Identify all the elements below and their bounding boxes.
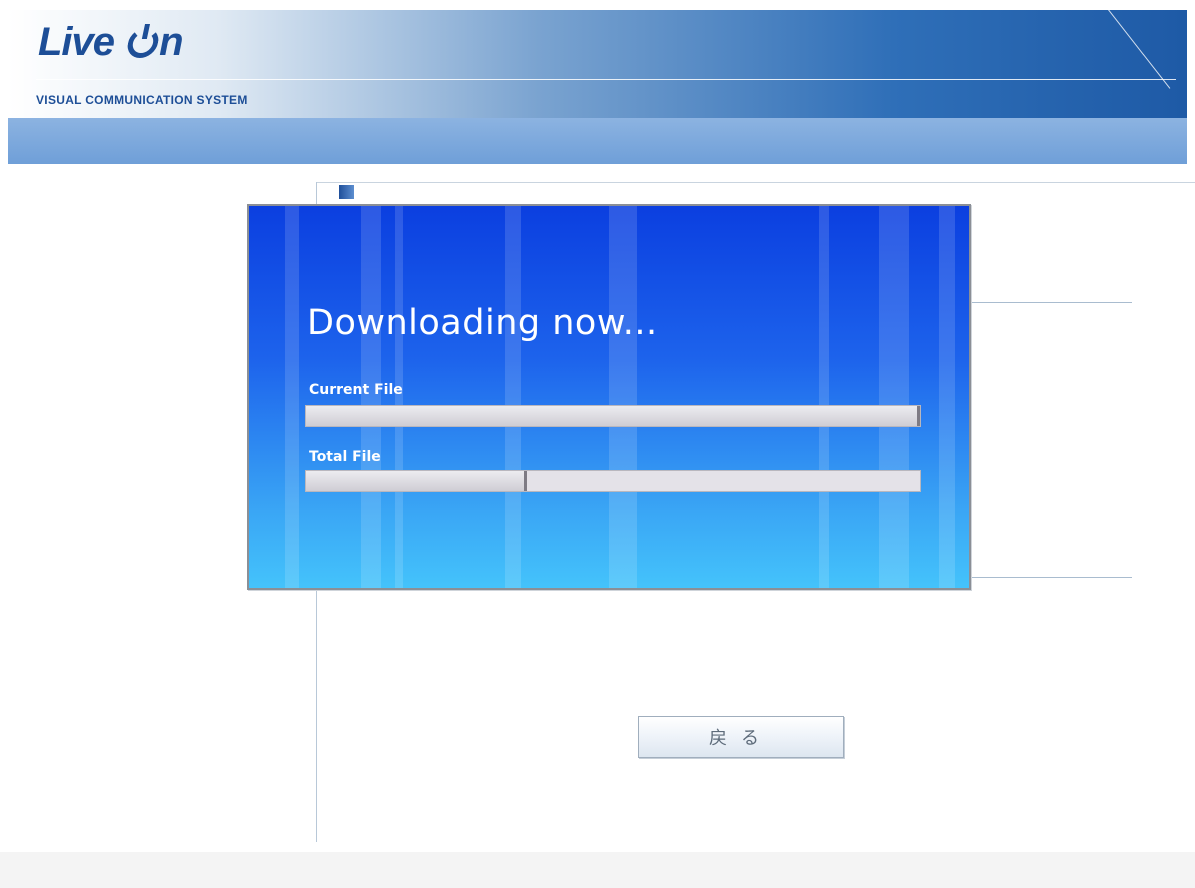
dialog-stripe [285,206,299,588]
footer-strip [0,852,1195,888]
current-file-progress-fill [306,406,920,426]
live-on-logo: Live n [38,20,184,64]
dialog-stripe [879,206,909,588]
dialog-stripe [505,206,521,588]
content-divider-top [972,302,1132,303]
dialog-stripe [609,206,637,588]
app-header: Live n VISUAL COMMUNICATION SYSTEM [8,10,1187,118]
total-file-progress-bar [305,470,921,492]
total-file-progress-fill [306,471,528,491]
header-diagonal [1108,10,1171,89]
power-icon [124,28,162,58]
dialog-title: Downloading now... [307,303,658,343]
content-divider-bottom [972,577,1132,578]
current-file-label: Current File [309,382,403,398]
header-subtitle: VISUAL COMMUNICATION SYSTEM [36,93,248,107]
download-dialog: Downloading now... Current File Total Fi… [247,204,971,590]
dialog-stripe [819,206,829,588]
back-button[interactable]: 戻る [638,716,844,758]
nav-band [8,118,1187,164]
dialog-stripe [939,206,955,588]
content-top-border [316,182,1195,183]
current-file-progress-bar [305,405,921,427]
header-divider [36,79,1176,80]
total-file-label: Total File [309,449,381,465]
section-marker-icon [339,185,354,199]
